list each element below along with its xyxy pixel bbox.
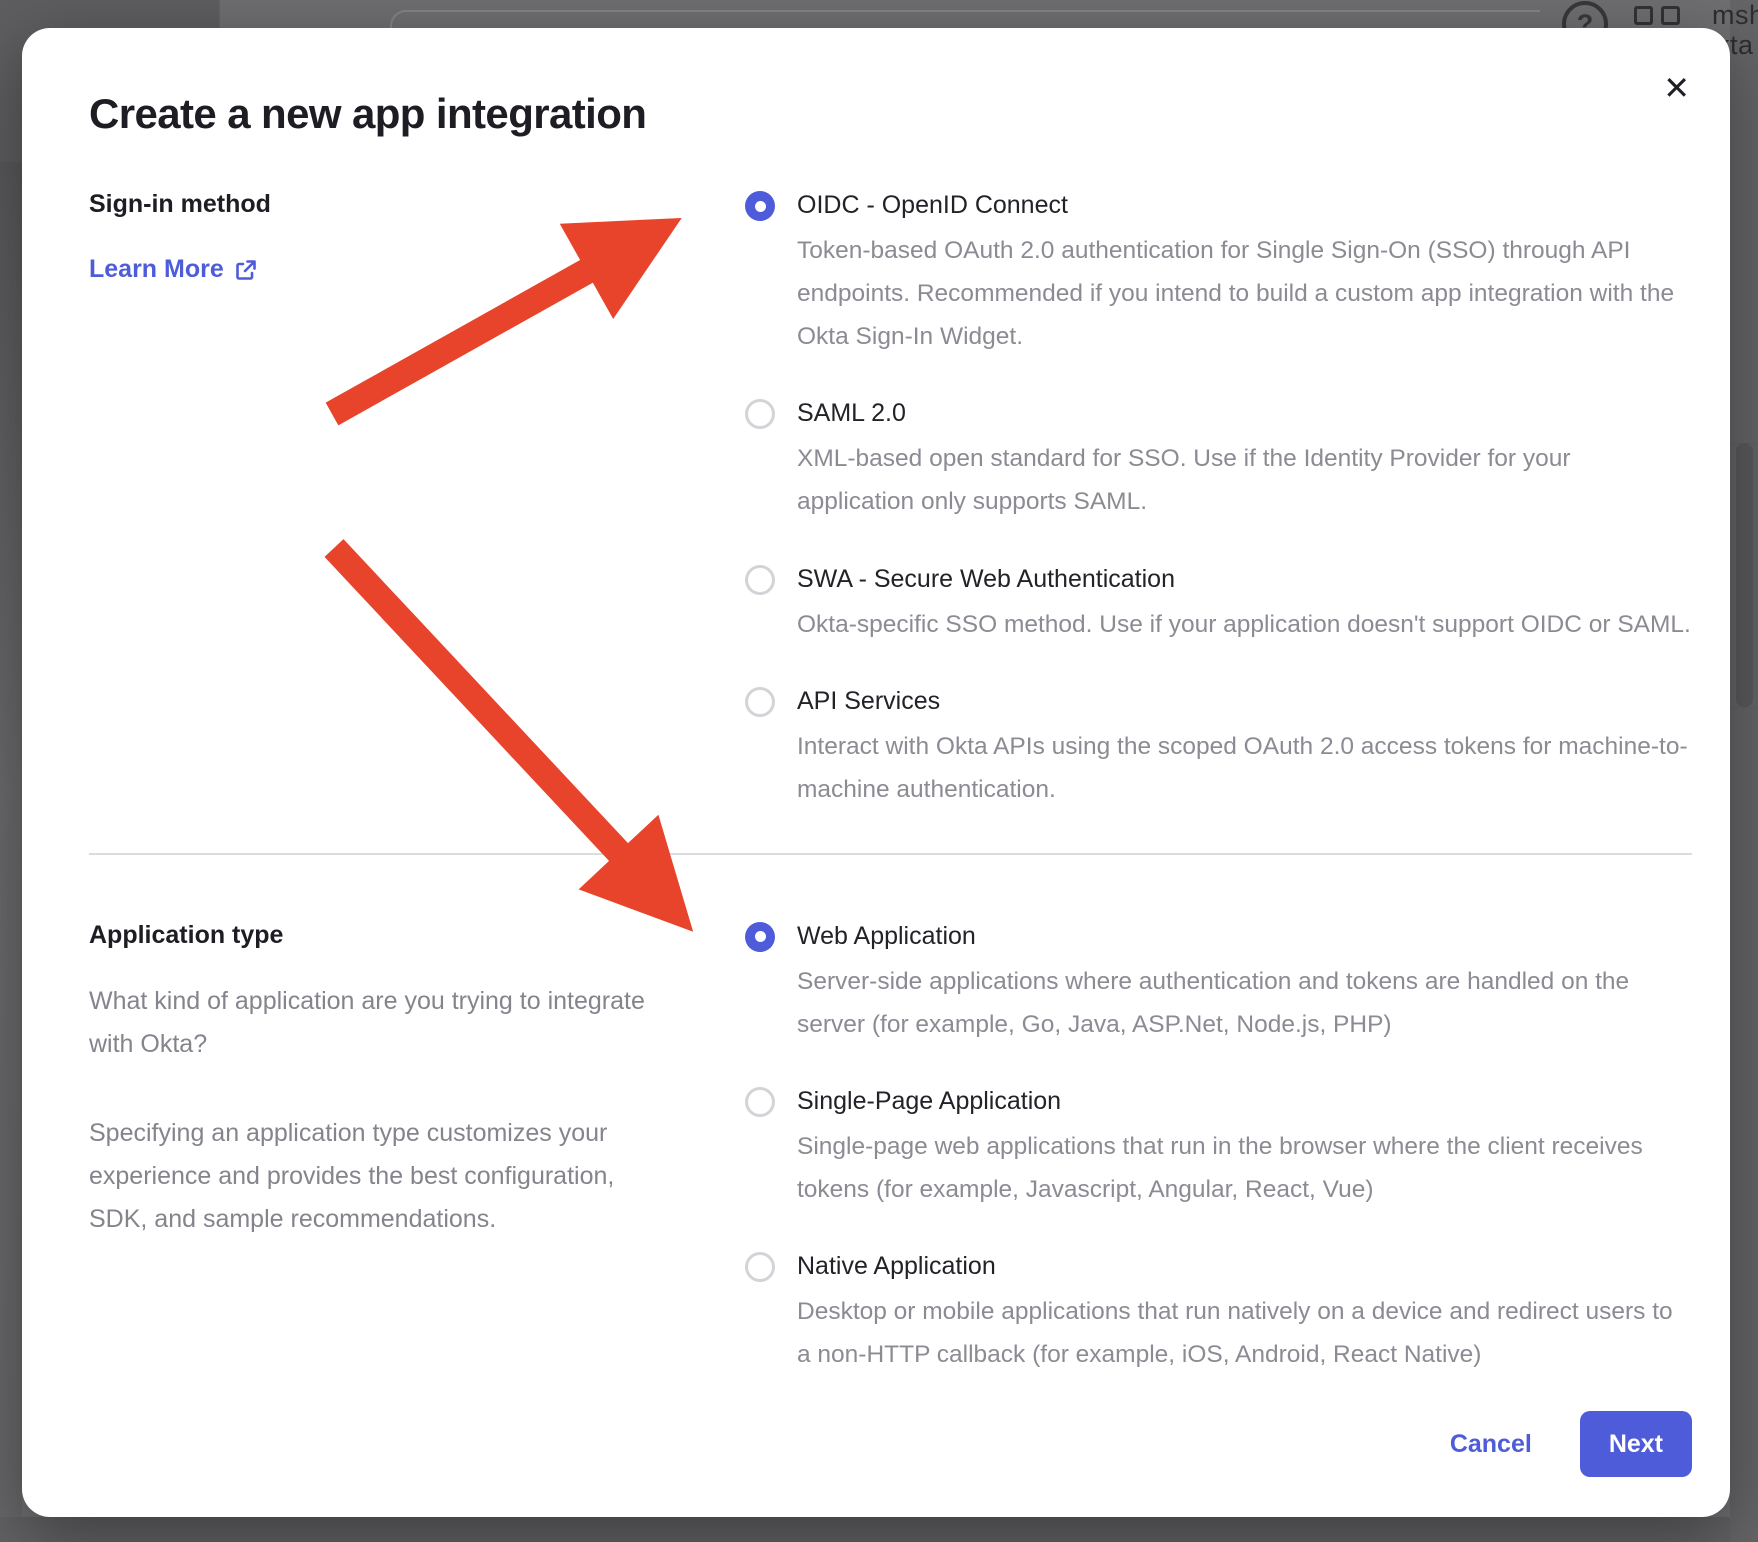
option-label[interactable]: SAML 2.0 xyxy=(797,398,1692,428)
radio-option-single-page-application: Single-Page Application Single-page web … xyxy=(745,1086,1692,1211)
apps-grid-icon xyxy=(1634,6,1680,25)
section-divider xyxy=(89,853,1692,855)
create-app-integration-dialog: ✕ Create a new app integration Sign-in m… xyxy=(22,28,1730,1517)
option-label[interactable]: SWA - Secure Web Authentication xyxy=(797,564,1691,594)
radio-option-api-services: API Services Interact with Okta APIs usi… xyxy=(745,686,1692,811)
option-description: Interact with Okta APIs using the scoped… xyxy=(797,725,1692,811)
learn-more-link[interactable]: Learn More xyxy=(89,255,258,284)
next-button[interactable]: Next xyxy=(1580,1411,1692,1477)
option-label[interactable]: Native Application xyxy=(797,1251,1692,1281)
option-description: Okta-specific SSO method. Use if your ap… xyxy=(797,603,1691,646)
scrollbar-divider xyxy=(1730,707,1758,708)
cancel-button[interactable]: Cancel xyxy=(1450,1430,1532,1459)
option-description: Single-page web applications that run in… xyxy=(797,1125,1692,1211)
scrollbar-thumb[interactable] xyxy=(1736,443,1753,707)
radio-web-application[interactable] xyxy=(745,922,775,952)
option-label[interactable]: Single-Page Application xyxy=(797,1086,1692,1116)
option-description: XML-based open standard for SSO. Use if … xyxy=(797,437,1692,523)
option-description: Token-based OAuth 2.0 authentication for… xyxy=(797,229,1692,358)
radio-swa[interactable] xyxy=(745,565,775,595)
signin-method-label: Sign-in method xyxy=(89,190,689,219)
dialog-title: Create a new app integration xyxy=(89,90,1692,138)
application-type-note: Specifying an application type customize… xyxy=(89,1112,649,1241)
background-right-edge xyxy=(1730,0,1758,1542)
scrollbar-divider xyxy=(1730,443,1758,444)
option-label[interactable]: Web Application xyxy=(797,921,1692,951)
close-icon[interactable]: ✕ xyxy=(1663,72,1690,104)
option-description: Desktop or mobile applications that run … xyxy=(797,1290,1692,1376)
application-type-label: Application type xyxy=(89,921,689,950)
background-bottom-edge xyxy=(0,1517,1758,1542)
radio-native-application[interactable] xyxy=(745,1252,775,1282)
signin-method-section: Sign-in method Learn More OIDC - OpenID … xyxy=(67,190,1692,811)
radio-oidc[interactable] xyxy=(745,191,775,221)
learn-more-label: Learn More xyxy=(89,255,224,284)
dialog-footer: Cancel Next xyxy=(1450,1411,1692,1477)
option-label[interactable]: API Services xyxy=(797,686,1692,716)
radio-option-native-application: Native Application Desktop or mobile app… xyxy=(745,1251,1692,1376)
background-left-edge xyxy=(0,162,22,1542)
radio-saml[interactable] xyxy=(745,399,775,429)
radio-single-page-application[interactable] xyxy=(745,1087,775,1117)
application-type-intro: What kind of application are you trying … xyxy=(89,980,649,1066)
account-text-fragment: msh xyxy=(1712,0,1758,31)
radio-option-saml: SAML 2.0 XML-based open standard for SSO… xyxy=(745,398,1692,523)
radio-api-services[interactable] xyxy=(745,687,775,717)
option-label[interactable]: OIDC - OpenID Connect xyxy=(797,190,1692,220)
radio-option-oidc: OIDC - OpenID Connect Token-based OAuth … xyxy=(745,190,1692,358)
external-link-icon xyxy=(234,258,258,282)
radio-option-web-application: Web Application Server-side applications… xyxy=(745,921,1692,1046)
radio-option-swa: SWA - Secure Web Authentication Okta-spe… xyxy=(745,564,1692,646)
application-type-section: Application type What kind of applicatio… xyxy=(67,921,1692,1377)
option-description: Server-side applications where authentic… xyxy=(797,960,1692,1046)
